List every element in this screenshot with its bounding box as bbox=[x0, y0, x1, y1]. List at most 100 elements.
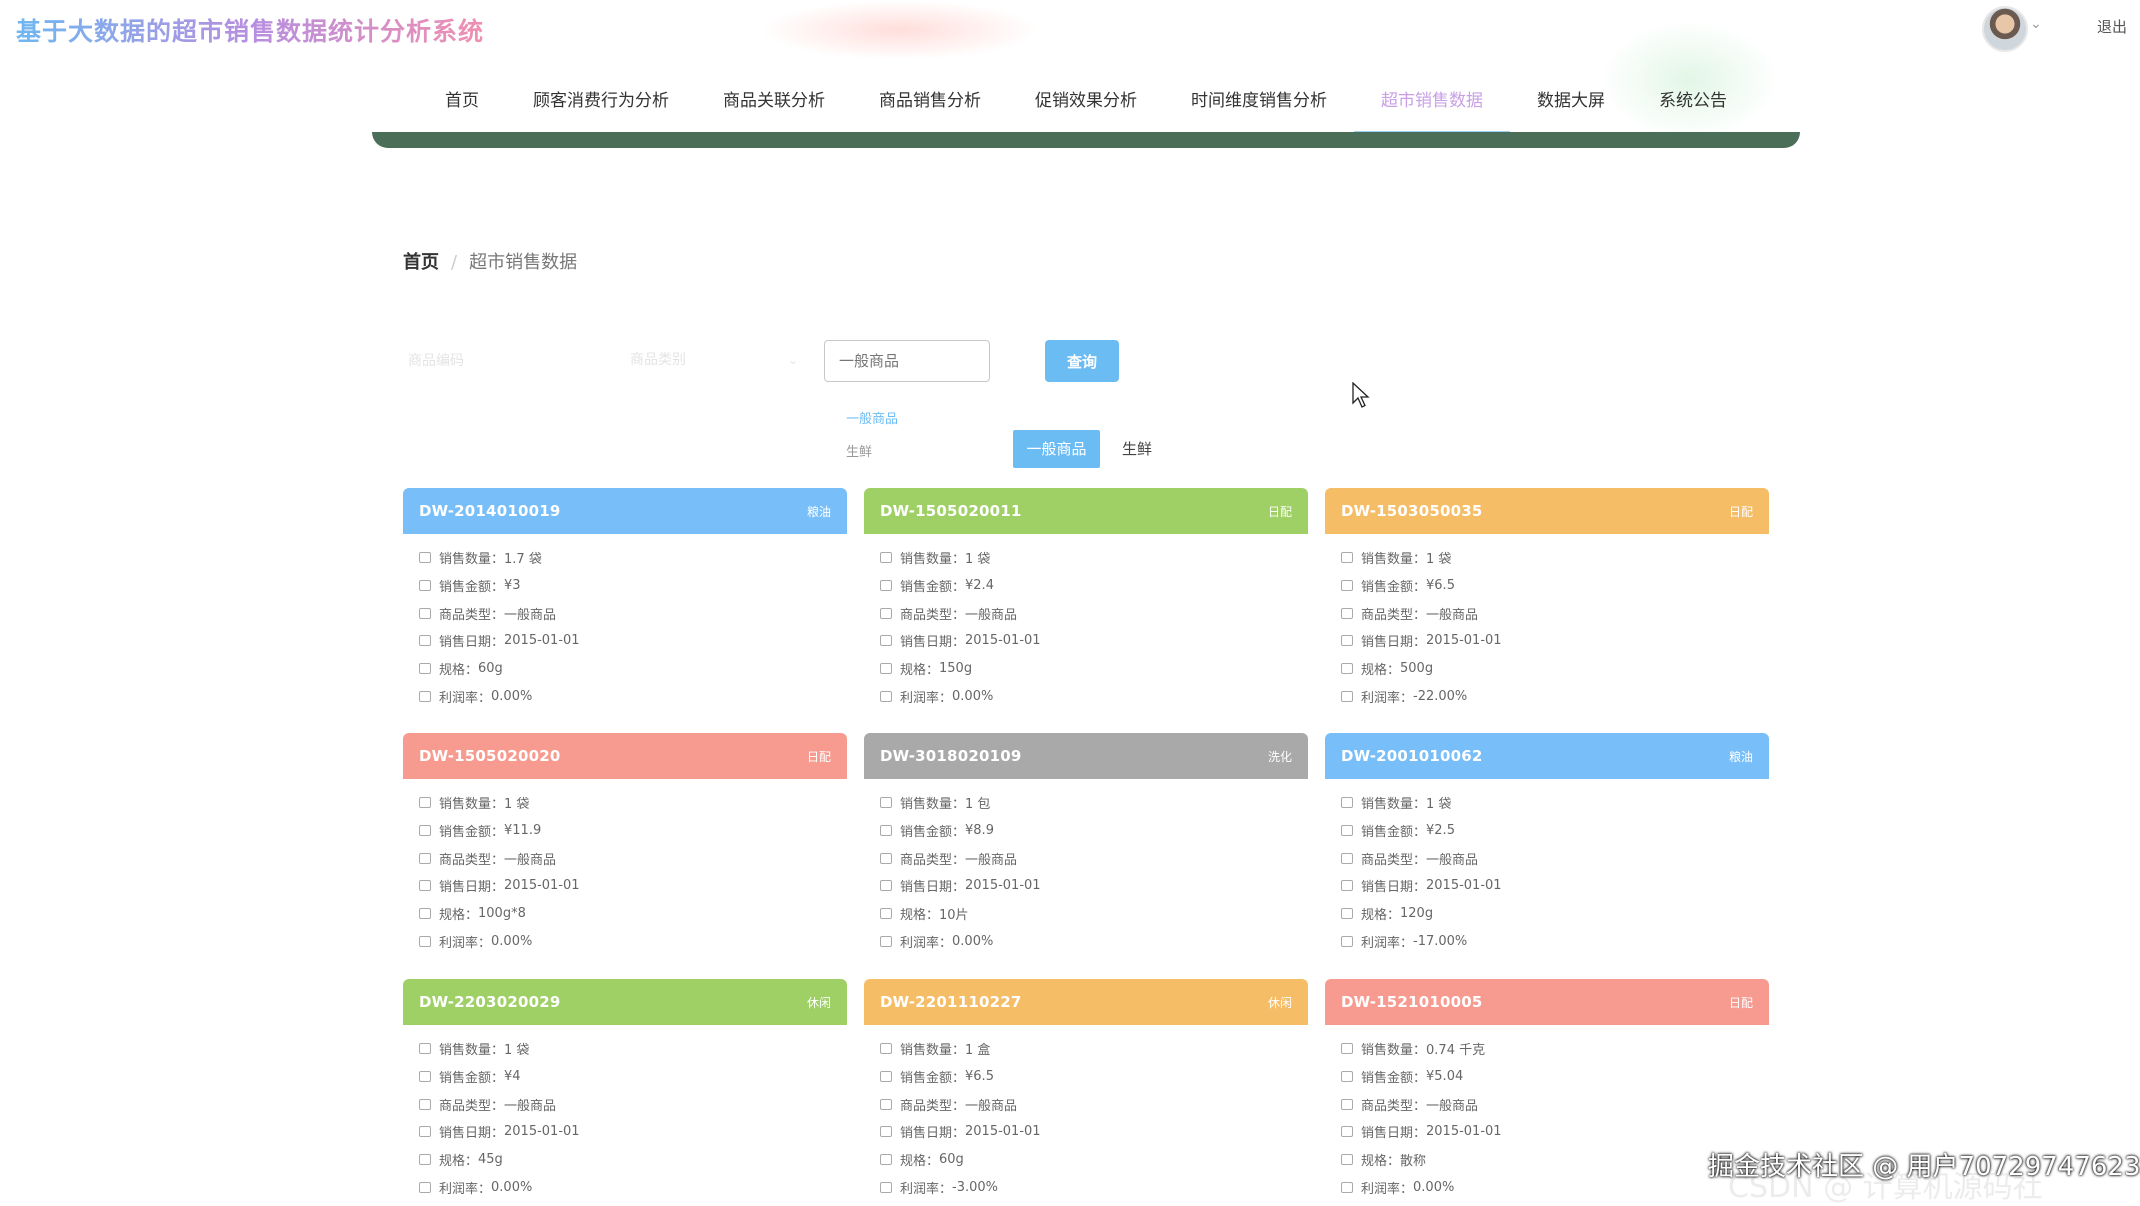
field-label: 规格： bbox=[1361, 663, 1401, 679]
product-card[interactable]: DW-3018020109 洗化 销售数量： 1 包销售金额： ¥8.9 商品类型： 一般商… bbox=[864, 733, 1308, 951]
product-code-input[interactable] bbox=[406, 340, 600, 382]
tag-icon bbox=[880, 663, 892, 675]
nav-item-time-dimension[interactable]: 时间维度销售分析 bbox=[1164, 70, 1354, 132]
field-label: 销售日期： bbox=[439, 880, 505, 896]
percent-icon bbox=[880, 1181, 892, 1193]
dropdown-option-fresh[interactable]: 生鲜 bbox=[846, 441, 872, 460]
card-body: 销售数量： 1 袋销售金额： ¥4 商品类型： 一般商品 销售日期： 2015-01-01 规… bbox=[403, 1025, 847, 1201]
product-card[interactable]: DW-1503050035 日配 销售数量： 1 袋销售金额： ¥6.5 商品类型： 一般商… bbox=[1325, 488, 1769, 706]
nav-item-promotion[interactable]: 促销效果分析 bbox=[1008, 70, 1164, 132]
field-label: 规格： bbox=[439, 1154, 479, 1170]
nav-item-announcements[interactable]: 系统公告 bbox=[1632, 70, 1754, 132]
card-category: 休闲 bbox=[806, 995, 831, 1010]
product-card[interactable]: DW-1505020020 日配 销售数量： 1 袋销售金额： ¥11.9 商品类型： 一般… bbox=[403, 733, 847, 951]
field-label: 利润率： bbox=[439, 690, 492, 706]
user-avatar[interactable] bbox=[1982, 6, 2028, 52]
field-label: 商品类型： bbox=[900, 1098, 966, 1114]
field-label: 利润率： bbox=[1361, 935, 1414, 951]
field-value: ¥8.9 bbox=[965, 823, 994, 839]
category-select[interactable]: 商品类别 ⌄ bbox=[620, 340, 810, 380]
percent-icon bbox=[1341, 690, 1353, 702]
field-label: 商品类型： bbox=[900, 852, 966, 868]
field-label: 销售金额： bbox=[900, 580, 966, 596]
tag-icon bbox=[1341, 908, 1353, 920]
cart-icon bbox=[419, 797, 431, 809]
field-value: 一般商品 bbox=[965, 852, 1018, 868]
bag-icon bbox=[419, 607, 431, 619]
card-code: DW-1503050035 bbox=[1341, 502, 1483, 520]
query-button[interactable]: 查询 bbox=[1045, 340, 1119, 382]
card-header: DW-2001010062 粮油 bbox=[1325, 733, 1769, 779]
calendar-icon bbox=[419, 1126, 431, 1138]
product-card[interactable]: DW-2201110227 休闲 销售数量： 1 盒销售金额： ¥6.5 商品类型： 一般商… bbox=[864, 979, 1308, 1197]
card-row-date: 销售日期： 2015-01-01 bbox=[419, 1118, 847, 1146]
field-label: 销售数量： bbox=[439, 797, 505, 813]
nav-item-customer-behavior[interactable]: 顾客消费行为分析 bbox=[506, 70, 696, 132]
field-value: ¥11.9 bbox=[504, 823, 542, 839]
tag-icon bbox=[1341, 1154, 1353, 1166]
card-header: DW-3018020109 洗化 bbox=[864, 733, 1308, 779]
money-icon bbox=[1341, 825, 1353, 837]
card-row-qty: 销售数量： 1 袋 bbox=[1341, 789, 1769, 817]
product-card[interactable]: DW-1521010005 日配 销售数量： 0.74 千克 销售金额： ¥5.04 商品类… bbox=[1325, 979, 1769, 1197]
tag-fresh[interactable]: 生鲜 bbox=[1122, 430, 1152, 468]
logout-link[interactable]: 退出 bbox=[2097, 16, 2127, 37]
card-body: 销售数量： 0.74 千克 销售金额： ¥5.04 商品类型： 一般商品 销售日期： 2015… bbox=[1325, 1025, 1769, 1201]
card-row-type: 商品类型： 一般商品 bbox=[419, 844, 847, 872]
product-card[interactable]: DW-2203020029 休闲 销售数量： 1 袋销售金额： ¥4 商品类型： 一般商品销… bbox=[403, 979, 847, 1197]
nav-item-product-association[interactable]: 商品关联分析 bbox=[696, 70, 852, 132]
chevron-down-icon[interactable]: ⌄ bbox=[2030, 16, 2042, 32]
nav-item-home[interactable]: 首页 bbox=[418, 70, 506, 132]
product-card[interactable]: DW-2001010062 粮油 销售数量： 1 袋销售金额： ¥2.5 商品类型： 一般商… bbox=[1325, 733, 1769, 951]
field-value: 500g bbox=[1400, 661, 1434, 677]
card-row-date: 销售日期： 2015-01-01 bbox=[1341, 872, 1769, 900]
field-value: 一般商品 bbox=[965, 607, 1018, 623]
card-body: 销售数量： 1 袋销售金额： ¥11.9 商品类型： 一般商品 销售日期： 2015-01-… bbox=[403, 779, 847, 955]
field-label: 利润率： bbox=[1361, 690, 1414, 706]
nav-item-product-sales[interactable]: 商品销售分析 bbox=[852, 70, 1008, 132]
card-row-date: 销售日期： 2015-01-01 bbox=[1341, 627, 1769, 655]
card-row-type: 商品类型： 一般商品 bbox=[880, 1090, 1308, 1118]
card-header: DW-1503050035 日配 bbox=[1325, 488, 1769, 534]
header-glow bbox=[760, 0, 1040, 60]
dropdown-option-general[interactable]: 一般商品 bbox=[846, 408, 898, 427]
bag-icon bbox=[880, 1098, 892, 1110]
field-label: 销售数量： bbox=[439, 1043, 505, 1059]
field-label: 销售数量： bbox=[1361, 1043, 1427, 1059]
main-nav: 首页 顾客消费行为分析 商品关联分析 商品销售分析 促销效果分析 时间维度销售分… bbox=[372, 70, 1800, 134]
card-row-margin: 利润率： 0.00% bbox=[880, 927, 1308, 955]
card-row-margin: 利润率： 0.00% bbox=[1341, 1173, 1769, 1201]
product-type-select[interactable]: 一般商品 bbox=[824, 340, 990, 382]
card-header: DW-2201110227 休闲 bbox=[864, 979, 1308, 1025]
money-icon bbox=[880, 580, 892, 592]
chevron-down-icon: ⌄ bbox=[787, 353, 798, 367]
field-label: 销售数量： bbox=[1361, 552, 1427, 568]
product-card[interactable]: DW-1505020011 日配 销售数量： 1 袋销售金额： ¥2.4 商品类型： 一般商… bbox=[864, 488, 1308, 706]
field-label: 销售金额： bbox=[439, 580, 505, 596]
bag-icon bbox=[880, 607, 892, 619]
breadcrumb-home[interactable]: 首页 bbox=[403, 252, 439, 273]
field-value: 1 袋 bbox=[1426, 797, 1452, 813]
field-label: 销售数量： bbox=[900, 797, 966, 813]
card-header: DW-1505020011 日配 bbox=[864, 488, 1308, 534]
bag-icon bbox=[880, 852, 892, 864]
field-value: 120g bbox=[1400, 906, 1434, 922]
field-label: 销售日期： bbox=[439, 1126, 505, 1142]
tag-icon bbox=[1341, 663, 1353, 675]
field-value: 一般商品 bbox=[504, 607, 557, 623]
calendar-icon bbox=[1341, 1126, 1353, 1138]
nav-item-dashboard[interactable]: 数据大屏 bbox=[1510, 70, 1632, 132]
calendar-icon bbox=[419, 635, 431, 647]
card-code: DW-2203020029 bbox=[419, 993, 561, 1011]
nav-item-sales-data[interactable]: 超市销售数据 bbox=[1354, 70, 1510, 134]
field-value: ¥4 bbox=[504, 1069, 521, 1085]
tag-general[interactable]: 一般商品 bbox=[1013, 430, 1100, 468]
card-header: DW-1521010005 日配 bbox=[1325, 979, 1769, 1025]
card-row-date: 销售日期： 2015-01-01 bbox=[880, 1118, 1308, 1146]
cart-icon bbox=[419, 1043, 431, 1055]
field-value: 一般商品 bbox=[1426, 852, 1479, 868]
field-value: 0.00% bbox=[491, 688, 533, 704]
card-row-spec: 规格： 60g bbox=[419, 655, 847, 683]
product-card[interactable]: DW-2014010019 粮油 销售数量： 1.7 袋销售金额： ¥3 商品类型： 一般商… bbox=[403, 488, 847, 706]
calendar-icon bbox=[1341, 635, 1353, 647]
